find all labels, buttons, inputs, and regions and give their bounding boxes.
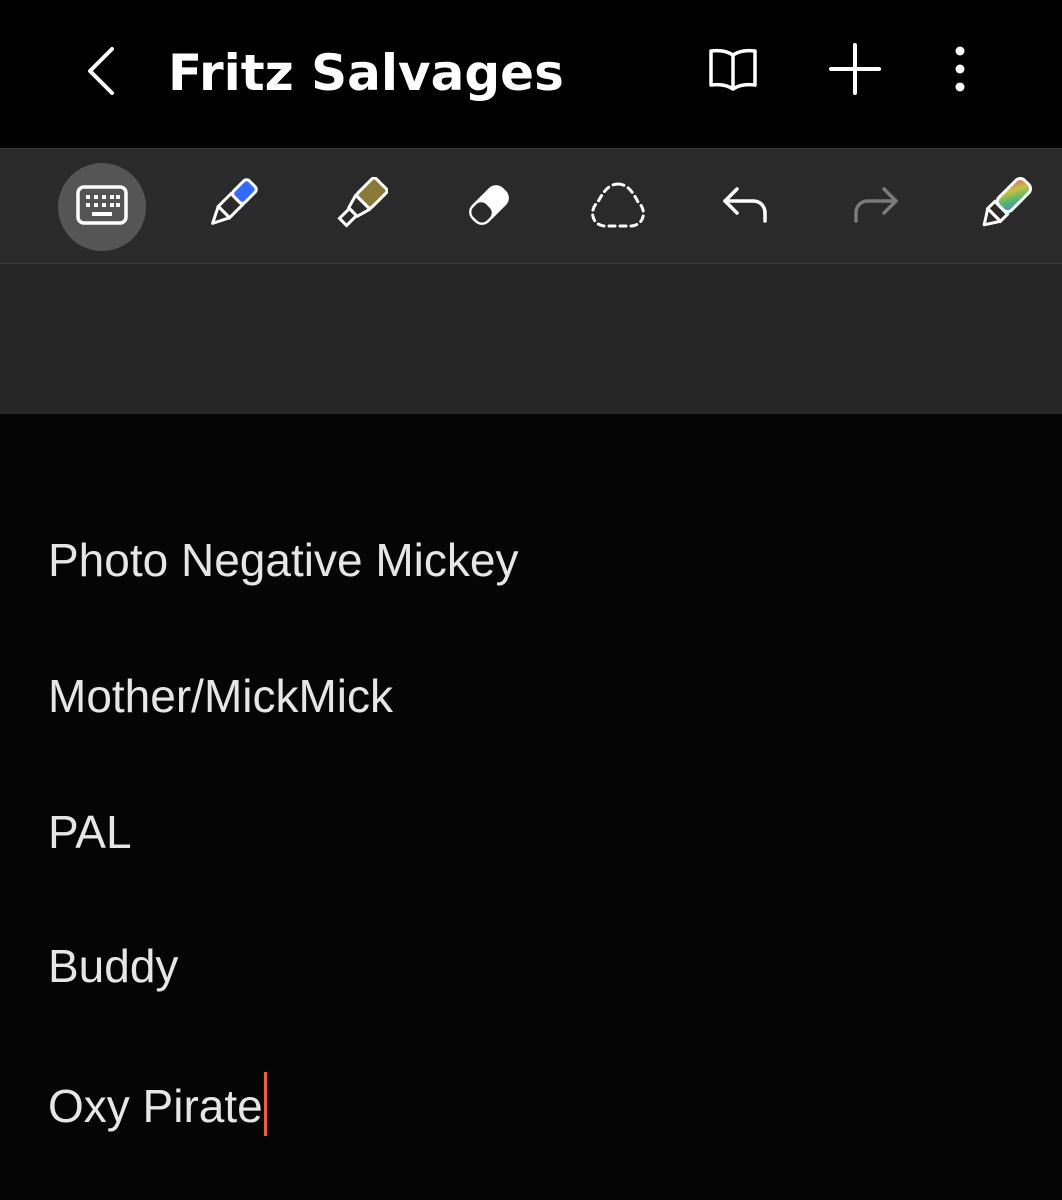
eraser-tool-button[interactable] xyxy=(445,163,533,251)
undo-icon xyxy=(721,185,771,229)
keyboard-mode-button[interactable] xyxy=(58,163,146,251)
lasso-select-icon xyxy=(588,180,648,234)
text-cursor xyxy=(263,1072,267,1136)
app-header: Fritz Salvages xyxy=(0,0,1062,148)
back-button[interactable] xyxy=(70,40,130,106)
note-body[interactable]: Photo Negative Mickey Mother/MickMick PA… xyxy=(0,414,1062,1200)
add-page-button[interactable] xyxy=(820,38,890,104)
pen-settings-button[interactable] xyxy=(960,163,1048,251)
book-view-button[interactable] xyxy=(698,38,768,104)
note-line-5[interactable]: Oxy Pirate xyxy=(48,1072,267,1136)
pen-tool-button[interactable] xyxy=(187,163,275,251)
highlighter-icon xyxy=(332,176,389,237)
keyboard-icon xyxy=(75,184,129,230)
eraser-icon xyxy=(463,179,515,235)
book-view-icon xyxy=(707,47,759,95)
lasso-select-button[interactable] xyxy=(574,163,662,251)
note-line-5-text: Oxy Pirate xyxy=(48,1080,263,1132)
highlighter-tool-button[interactable] xyxy=(316,163,404,251)
note-line-3[interactable]: PAL xyxy=(48,802,132,862)
redo-button[interactable] xyxy=(831,163,919,251)
pen-settings-icon xyxy=(974,175,1034,239)
pen-icon xyxy=(203,177,259,237)
undo-button[interactable] xyxy=(702,163,790,251)
note-line-2[interactable]: Mother/MickMick xyxy=(48,666,393,726)
more-options-button[interactable] xyxy=(925,38,995,104)
toolbar-options-area xyxy=(0,264,1062,414)
note-title[interactable]: Fritz Salvages xyxy=(168,40,564,106)
more-vertical-icon xyxy=(953,45,967,97)
plus-icon xyxy=(828,42,882,100)
chevron-left-icon xyxy=(82,45,118,101)
pen-toolbar xyxy=(0,148,1062,264)
note-line-4[interactable]: Buddy xyxy=(48,936,178,996)
note-line-1[interactable]: Photo Negative Mickey xyxy=(48,530,518,590)
redo-icon xyxy=(850,185,900,229)
